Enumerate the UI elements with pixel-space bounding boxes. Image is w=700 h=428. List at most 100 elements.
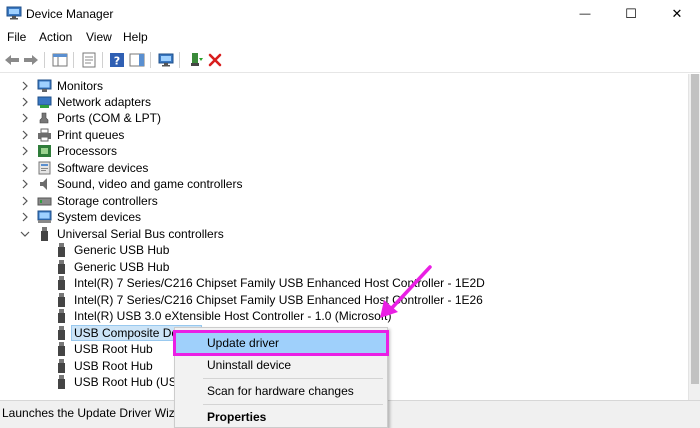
chevron-right-icon[interactable] bbox=[19, 210, 31, 224]
back-button[interactable] bbox=[3, 51, 21, 69]
tree-item-label: USB Root Hub bbox=[74, 359, 153, 373]
context-menu: Update driver Uninstall device Scan for … bbox=[173, 327, 389, 428]
usb-icon bbox=[58, 293, 65, 307]
svg-text:?: ? bbox=[114, 55, 120, 68]
usb-icon bbox=[58, 243, 65, 257]
show-action-pane-button[interactable] bbox=[128, 51, 146, 69]
minimize-icon: — bbox=[579, 8, 591, 20]
vertical-scrollbar[interactable] bbox=[688, 74, 700, 400]
tree-item-label: Universal Serial Bus controllers bbox=[57, 227, 224, 241]
tree-item-label: Storage controllers bbox=[57, 194, 158, 208]
tree-item-intel-xhci[interactable]: Intel(R) USB 3.0 eXtensible Host Control… bbox=[0, 308, 688, 324]
tree-item-label: USB Root Hub bbox=[74, 342, 153, 356]
chevron-right-icon[interactable] bbox=[19, 161, 31, 175]
annotation-arrow-icon bbox=[380, 265, 432, 318]
chevron-right-icon[interactable] bbox=[19, 79, 31, 93]
scan-hardware-changes-menu-item[interactable]: Scan for hardware changes bbox=[175, 380, 387, 402]
help-button[interactable]: ? bbox=[108, 51, 126, 69]
tree-item-label: Ports (COM & LPT) bbox=[57, 111, 162, 125]
software-device-icon bbox=[38, 161, 51, 175]
tree-item-sound-video-game[interactable]: Sound, video and game controllers bbox=[0, 176, 688, 192]
tree-item-usb-controllers[interactable]: Universal Serial Bus controllers bbox=[0, 226, 688, 242]
tree-item-intel-ehci-1e26[interactable]: Intel(R) 7 Series/C216 Chipset Family US… bbox=[0, 292, 688, 308]
update-driver-button[interactable] bbox=[187, 51, 205, 69]
maximize-icon: ☐ bbox=[625, 6, 637, 21]
usb-icon bbox=[58, 342, 65, 356]
close-button[interactable]: ✕ bbox=[654, 0, 700, 28]
chevron-right-icon[interactable] bbox=[19, 177, 31, 191]
usb-icon bbox=[41, 227, 48, 241]
maximize-button[interactable]: ☐ bbox=[608, 0, 654, 28]
tree-item-label: Sound, video and game controllers bbox=[57, 177, 243, 191]
menu-help[interactable]: Help bbox=[123, 30, 148, 44]
menu-item-label: Scan for hardware changes bbox=[207, 384, 354, 398]
menu-item-label: Properties bbox=[207, 410, 267, 424]
uninstall-device-menu-item[interactable]: Uninstall device bbox=[175, 354, 387, 376]
tree-item-software-devices[interactable]: Software devices bbox=[0, 160, 688, 176]
tree-item-network-adapters[interactable]: Network adapters bbox=[0, 94, 688, 110]
usb-icon bbox=[58, 276, 65, 290]
tree-item-intel-ehci-1e2d[interactable]: Intel(R) 7 Series/C216 Chipset Family US… bbox=[0, 275, 688, 291]
menu-view[interactable]: View bbox=[86, 30, 112, 44]
scan-hardware-button[interactable] bbox=[157, 51, 175, 69]
tree-item-label: Software devices bbox=[57, 161, 149, 175]
properties-button[interactable] bbox=[80, 51, 98, 69]
monitor-icon bbox=[37, 79, 52, 92]
tree-item-label: Network adapters bbox=[57, 95, 152, 109]
forward-arrow-icon bbox=[24, 55, 38, 65]
update-driver-icon bbox=[191, 53, 203, 66]
speaker-icon bbox=[40, 178, 47, 190]
tree-item-print-queues[interactable]: Print queues bbox=[0, 127, 688, 143]
usb-icon bbox=[58, 326, 65, 340]
device-manager-icon bbox=[6, 6, 22, 20]
tree-item-label: Monitors bbox=[57, 79, 104, 93]
chevron-right-icon[interactable] bbox=[19, 144, 31, 158]
update-driver-menu-item[interactable]: Update driver bbox=[173, 330, 389, 356]
uninstall-device-icon bbox=[208, 53, 222, 67]
tree-item-label: Processors bbox=[57, 144, 118, 158]
back-arrow-icon bbox=[5, 55, 19, 65]
toolbar: ? bbox=[0, 47, 700, 73]
tree-item-label: Intel(R) USB 3.0 eXtensible Host Control… bbox=[74, 309, 392, 323]
chevron-right-icon[interactable] bbox=[19, 194, 31, 208]
tree-item-monitors[interactable]: Monitors bbox=[0, 78, 688, 94]
tree-item-processors[interactable]: Processors bbox=[0, 143, 688, 159]
tree-item-label: Generic USB Hub bbox=[74, 260, 170, 274]
properties-menu-item[interactable]: Properties bbox=[175, 406, 387, 428]
uninstall-device-button[interactable] bbox=[206, 51, 224, 69]
show-hide-console-tree-button[interactable] bbox=[51, 51, 69, 69]
usb-icon bbox=[58, 309, 65, 323]
minimize-button[interactable]: — bbox=[562, 0, 608, 28]
usb-icon bbox=[58, 375, 65, 389]
tree-item-storage-controllers[interactable]: Storage controllers bbox=[0, 193, 688, 209]
menu-separator bbox=[203, 404, 383, 405]
scan-hardware-icon bbox=[158, 53, 174, 67]
tree-item-ports[interactable]: Ports (COM & LPT) bbox=[0, 110, 688, 126]
usb-icon bbox=[58, 359, 65, 373]
tree-item-system-devices[interactable]: System devices bbox=[0, 209, 688, 225]
printer-icon bbox=[38, 128, 51, 142]
system-device-icon bbox=[37, 210, 52, 223]
chevron-right-icon[interactable] bbox=[19, 95, 31, 109]
chevron-right-icon[interactable] bbox=[19, 111, 31, 125]
chevron-down-icon[interactable] bbox=[19, 227, 31, 241]
port-icon bbox=[39, 112, 49, 124]
scrollbar-thumb[interactable] bbox=[691, 74, 699, 384]
menu-item-label: Uninstall device bbox=[207, 358, 292, 372]
storage-controller-icon bbox=[37, 197, 52, 206]
network-adapter-icon bbox=[37, 96, 52, 108]
tree-item-label: Generic USB Hub bbox=[74, 243, 170, 257]
menu-item-label: Update driver bbox=[207, 336, 280, 350]
title-bar: Device Manager — ☐ ✕ bbox=[0, 0, 700, 28]
tree-item-generic-usb-hub[interactable]: Generic USB Hub bbox=[0, 259, 688, 275]
help-icon: ? bbox=[110, 53, 124, 68]
forward-button[interactable] bbox=[22, 51, 40, 69]
menu-bar: File Action View Help bbox=[0, 28, 700, 47]
tree-item-label: Print queues bbox=[57, 128, 125, 142]
menu-file[interactable]: File bbox=[7, 30, 26, 44]
show-hide-console-tree-icon bbox=[52, 53, 68, 67]
tree-item-generic-usb-hub[interactable]: Generic USB Hub bbox=[0, 242, 688, 258]
chevron-right-icon[interactable] bbox=[19, 128, 31, 142]
close-icon: ✕ bbox=[671, 6, 683, 21]
menu-action[interactable]: Action bbox=[39, 30, 72, 44]
